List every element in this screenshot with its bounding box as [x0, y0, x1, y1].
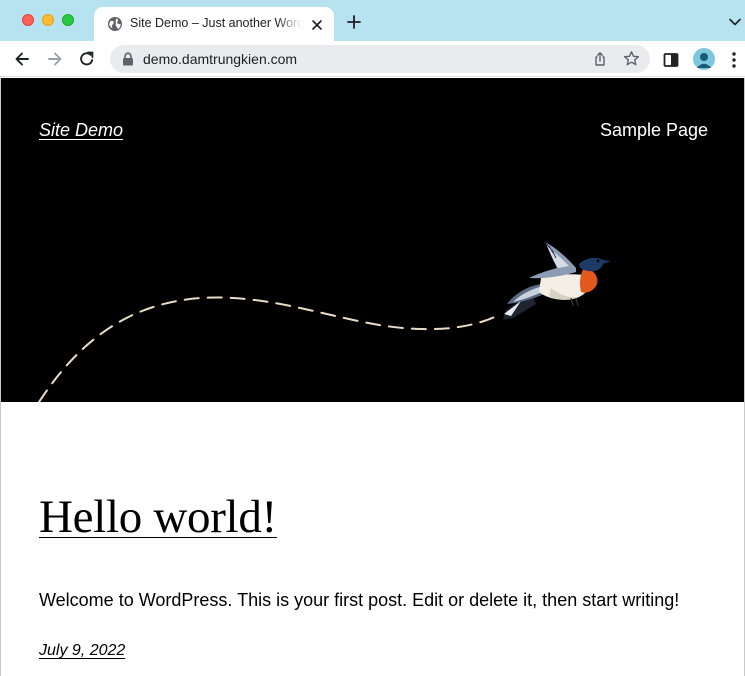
browser-toolbar: demo.damtrungkien.com [0, 41, 745, 77]
bird-icon [503, 241, 611, 320]
avatar-icon[interactable] [693, 48, 715, 70]
share-icon[interactable] [592, 51, 608, 67]
reload-icon[interactable] [78, 50, 96, 68]
tab-strip: Site Demo – Just another WordPress site [0, 0, 745, 41]
plus-icon[interactable] [346, 14, 362, 30]
side-panel-icon[interactable] [663, 52, 679, 68]
lock-icon[interactable] [122, 52, 134, 66]
chevron-down-icon[interactable] [728, 15, 742, 29]
page-viewport: Site Demo Sample Page Hello world! Welco… [0, 78, 745, 676]
nav-link-sample-page[interactable]: Sample Page [600, 120, 708, 141]
browser-tab[interactable]: Site Demo – Just another WordPress site [94, 7, 334, 41]
arrow-right-icon[interactable] [46, 50, 64, 68]
close-window-button[interactable] [22, 14, 34, 26]
post-title-link[interactable]: Hello world! [39, 490, 277, 544]
globe-icon [108, 17, 122, 31]
flight-path [38, 296, 502, 402]
minimize-window-button[interactable] [42, 14, 54, 26]
site-header: Site Demo Sample Page [1, 78, 744, 402]
address-bar[interactable]: demo.damtrungkien.com [110, 45, 650, 73]
post-date-link[interactable]: July 9, 2022 [39, 642, 125, 660]
tab-title: Site Demo – Just another WordPress site [130, 16, 302, 30]
post-excerpt: Welcome to WordPress. This is your first… [39, 590, 680, 610]
url-text[interactable]: demo.damtrungkien.com [143, 51, 297, 68]
zoom-window-button[interactable] [62, 14, 74, 26]
site-title-link[interactable]: Site Demo [39, 120, 123, 141]
kebab-menu-icon[interactable] [731, 51, 737, 69]
arrow-left-icon[interactable] [13, 50, 31, 68]
star-icon[interactable] [623, 50, 640, 67]
close-icon[interactable] [309, 17, 325, 33]
